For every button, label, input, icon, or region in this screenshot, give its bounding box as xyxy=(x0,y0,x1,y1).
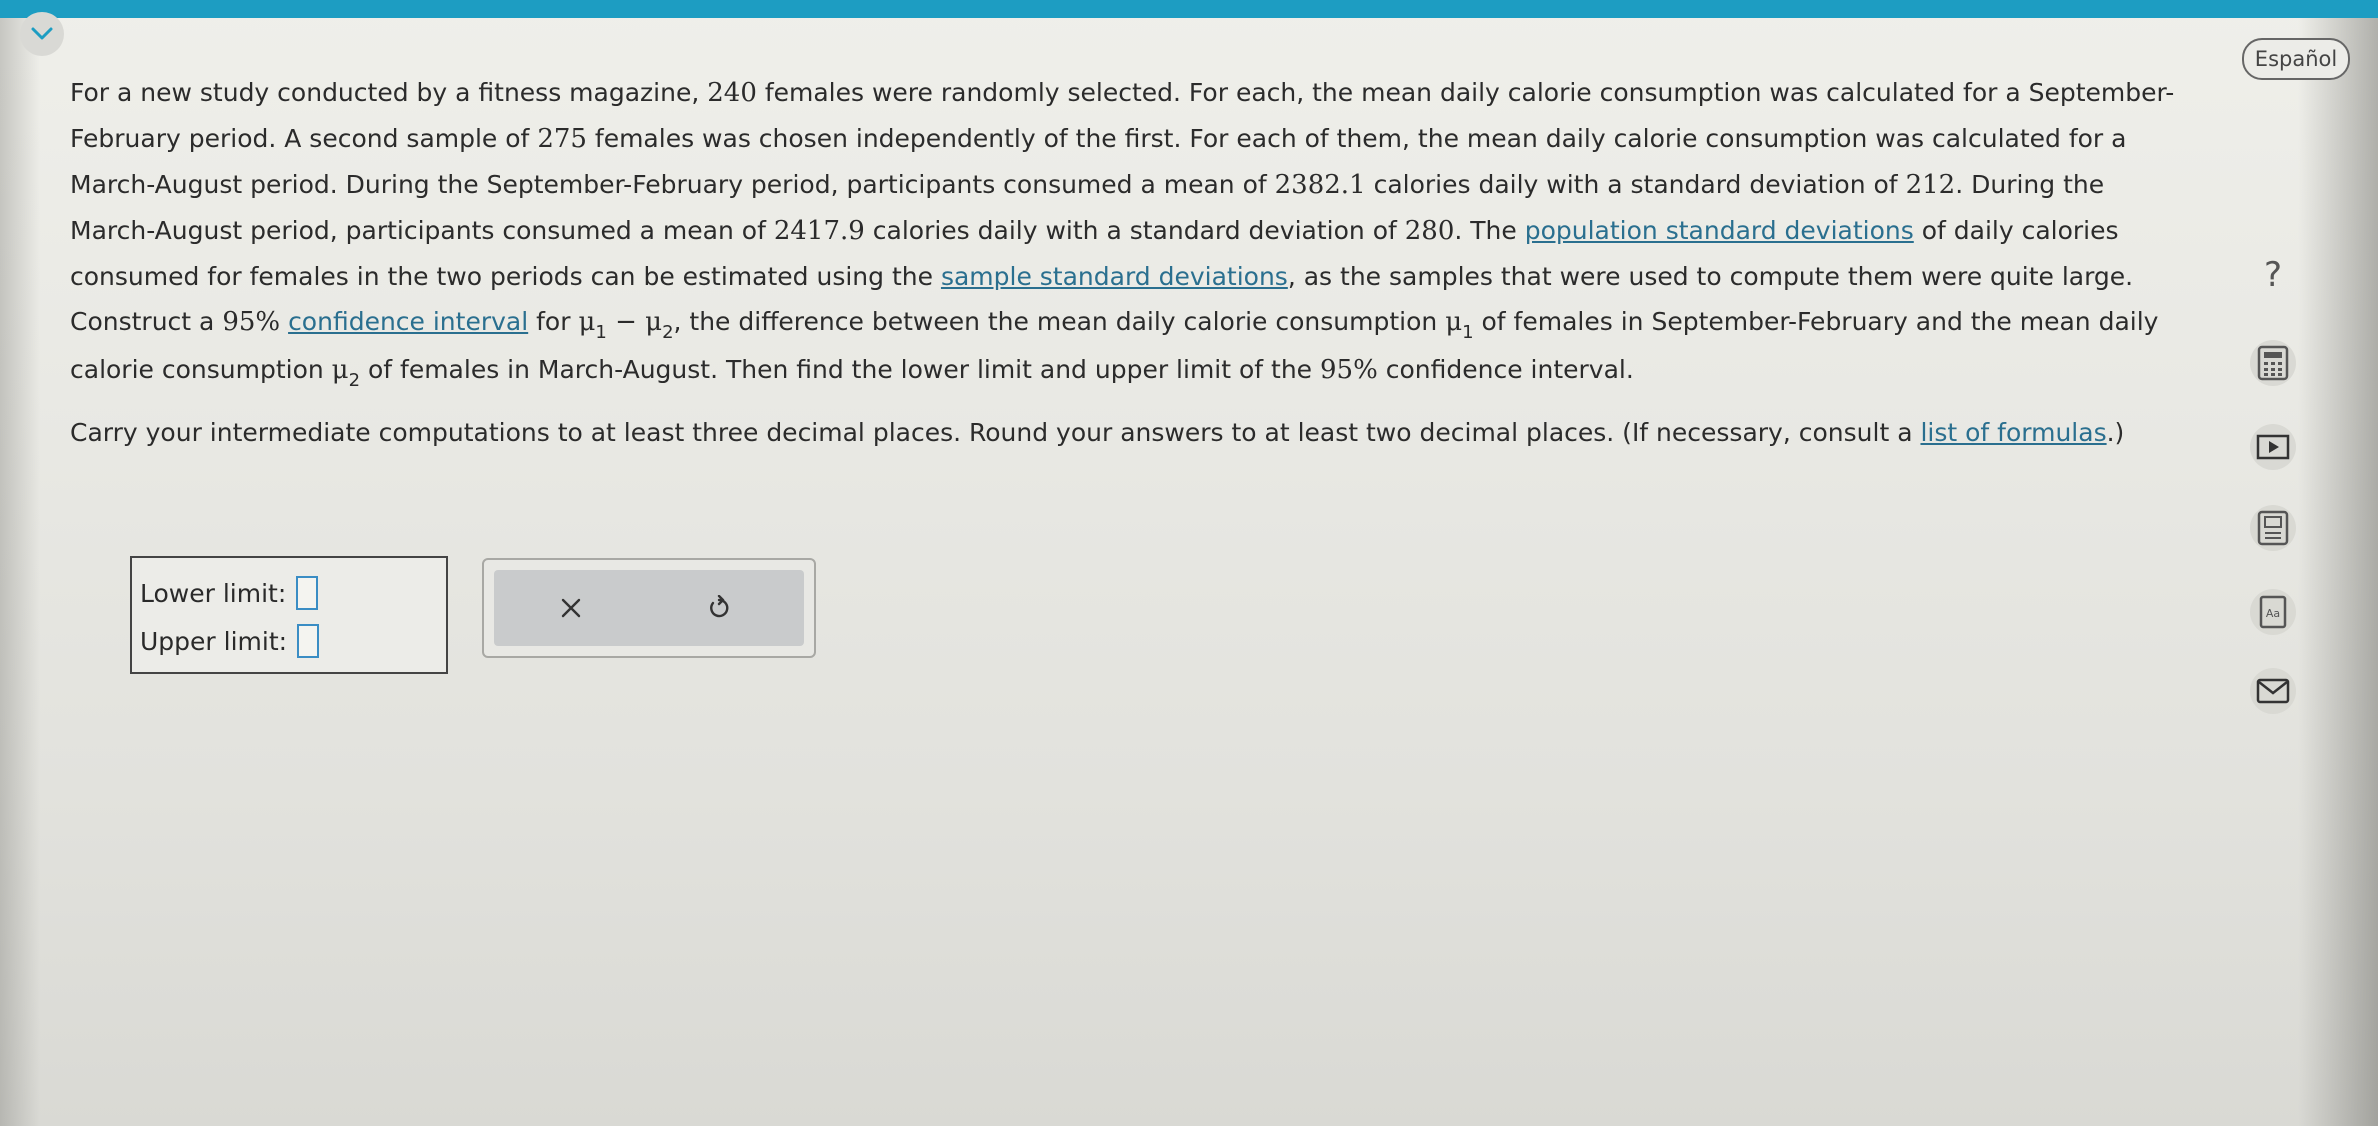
instructions: Carry your intermediate computations to … xyxy=(70,417,2180,449)
mu-symbol: μ xyxy=(578,307,596,337)
text-segment: For a new study conducted by a fitness m… xyxy=(70,78,708,107)
text-segment: of females in March-August. Then find th… xyxy=(360,355,1321,384)
subscript: 1 xyxy=(1462,322,1474,343)
subscript: 2 xyxy=(348,370,361,391)
minus-sign: − xyxy=(606,307,646,337)
sd-1: 212 xyxy=(1905,170,1956,200)
question-text: For a new study conducted by a fitness m… xyxy=(70,70,2180,449)
mu-symbol: μ xyxy=(331,355,349,385)
upper-limit-input[interactable] xyxy=(297,624,320,658)
chevron-down-icon xyxy=(31,27,53,40)
video-icon xyxy=(2256,434,2290,460)
glossary-icon: Aa xyxy=(2259,595,2287,629)
left-edge-shadow xyxy=(0,18,40,1126)
mean-1: 2382.1 xyxy=(1274,170,1366,200)
text-segment: , the difference between the mean daily … xyxy=(673,307,1446,336)
text-segment: for xyxy=(528,307,579,336)
upper-limit-row: Upper limit: xyxy=(140,624,320,658)
text-segment: Carry your intermediate computations to … xyxy=(70,418,1921,447)
undo-button[interactable] xyxy=(699,588,739,628)
subscript: 2 xyxy=(662,322,674,343)
lower-limit-label: Lower limit: xyxy=(140,578,287,608)
top-accent-bar xyxy=(0,0,2378,18)
sample-size-2: 275 xyxy=(537,124,587,154)
help-button[interactable]: ? xyxy=(2250,252,2296,298)
confidence-interval-link[interactable]: confidence interval xyxy=(288,307,528,336)
calculator-button[interactable] xyxy=(2250,340,2296,386)
lower-limit-input[interactable] xyxy=(296,576,319,610)
data-icon xyxy=(2257,510,2289,546)
collapse-button[interactable] xyxy=(20,12,64,56)
text-segment: .) xyxy=(2106,418,2125,447)
data-button[interactable] xyxy=(2250,505,2296,551)
undo-icon xyxy=(710,595,729,618)
text-segment: . The xyxy=(1454,216,1525,245)
language-toggle-button[interactable]: Español xyxy=(2242,38,2350,80)
glossary-text: Aa xyxy=(2266,607,2280,620)
action-button-bar xyxy=(494,570,804,646)
population-sd-link[interactable]: population standard deviations xyxy=(1525,216,1914,245)
subscript: 1 xyxy=(595,322,607,343)
confidence-level: 95% xyxy=(222,307,281,337)
lower-limit-row: Lower limit: xyxy=(140,576,319,610)
text-segment: calories daily with a standard deviation… xyxy=(1365,170,1906,199)
video-button[interactable] xyxy=(2250,424,2296,470)
mu-symbol: μ xyxy=(645,307,663,337)
mean-2: 2417.9 xyxy=(773,216,865,246)
close-icon xyxy=(561,598,581,618)
glossary-button[interactable]: Aa xyxy=(2250,589,2296,635)
mu-symbol: μ xyxy=(1445,307,1463,337)
sample-size-1: 240 xyxy=(707,78,757,108)
formulas-link[interactable]: list of formulas xyxy=(1920,418,2106,447)
right-edge-shadow xyxy=(2298,18,2378,1126)
help-icon: ? xyxy=(2263,255,2283,295)
mail-button[interactable] xyxy=(2250,668,2296,714)
mail-icon xyxy=(2256,678,2290,704)
text-segment: calories daily with a standard deviation… xyxy=(864,216,1405,245)
text-segment xyxy=(280,307,288,336)
calculator-icon xyxy=(2257,345,2289,381)
action-panel xyxy=(482,558,816,658)
clear-button[interactable] xyxy=(551,588,591,628)
answer-box: Lower limit: Upper limit: xyxy=(130,556,448,674)
problem-paragraph: For a new study conducted by a fitness m… xyxy=(70,70,2180,395)
sample-sd-link[interactable]: sample standard deviations xyxy=(941,262,1288,291)
sd-2: 280 xyxy=(1404,216,1455,246)
confidence-level: 95% xyxy=(1320,355,1378,385)
upper-limit-label: Upper limit: xyxy=(140,626,288,656)
text-segment: confidence interval. xyxy=(1377,355,1634,384)
